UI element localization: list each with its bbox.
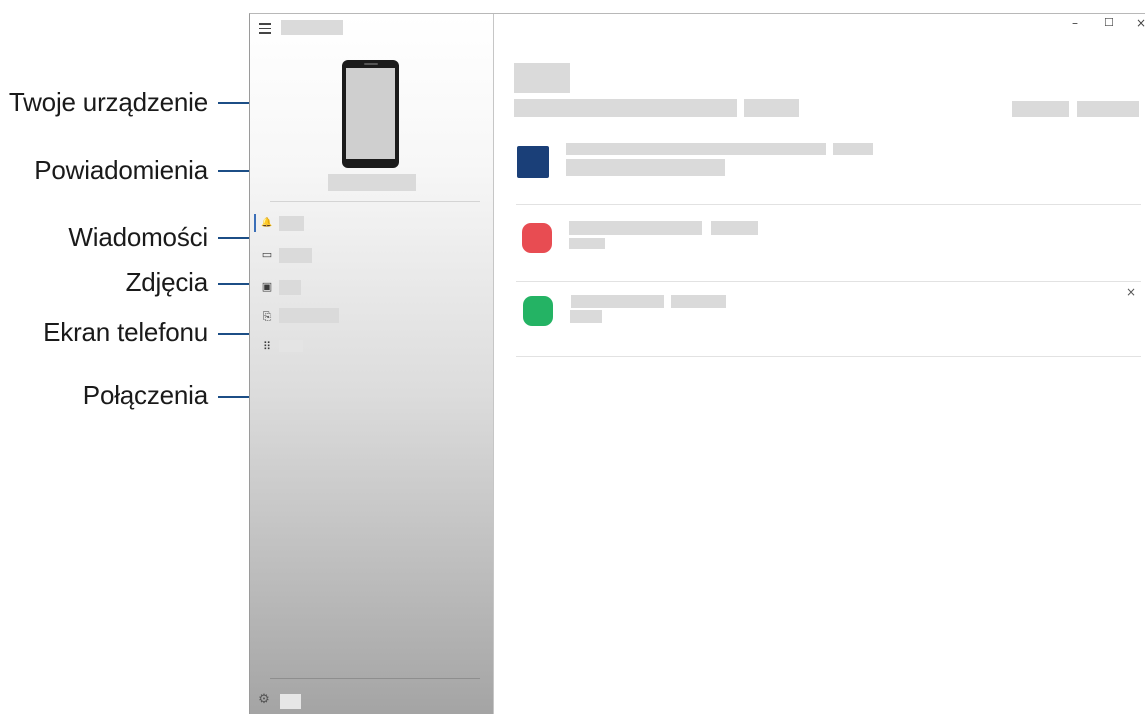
notification-item[interactable] — [514, 214, 1141, 280]
callout-messages: Wiadomości — [68, 222, 208, 252]
sidebar-item-label-placeholder — [279, 308, 339, 323]
sidebar-item-label-placeholder — [279, 340, 303, 352]
close-button[interactable]: × — [1136, 16, 1145, 30]
hamburger-menu-icon[interactable] — [259, 23, 271, 34]
photo-icon: ▣ — [261, 280, 273, 293]
notification-item[interactable]: × — [514, 285, 1141, 355]
notification-divider — [516, 356, 1141, 357]
header-action-2-placeholder[interactable] — [1077, 101, 1139, 117]
notification-body-placeholder — [570, 310, 602, 323]
settings-label-placeholder[interactable] — [280, 694, 301, 709]
notification-body-placeholder — [569, 238, 605, 249]
red-app-icon — [522, 223, 552, 253]
device-image[interactable] — [342, 60, 399, 168]
notification-divider — [516, 281, 1141, 282]
maximize-button[interactable]: ☐ — [1104, 16, 1114, 29]
callout-calls: Połączenia — [82, 380, 208, 410]
callout-your-device: Twoje urządzenie — [8, 87, 208, 117]
device-name-placeholder — [328, 174, 416, 191]
dismiss-notification-icon[interactable]: × — [1126, 285, 1136, 299]
notification-time-placeholder — [671, 295, 726, 308]
notification-title-placeholder — [571, 295, 664, 308]
message-bubble-icon: ▭ — [261, 248, 273, 261]
sidebar-divider-top — [270, 201, 480, 202]
phone-screen-display — [346, 68, 395, 159]
leader-line-photos — [218, 283, 252, 285]
sidebar-item-calls[interactable]: ⠿ — [254, 338, 490, 362]
sidebar-item-phone-screen[interactable]: ⎘ — [254, 308, 490, 332]
notification-item[interactable] — [514, 139, 1141, 203]
green-app-icon — [523, 296, 553, 326]
bell-icon: 🔔 — [261, 218, 273, 228]
phone-notch — [364, 63, 378, 65]
blue-app-icon — [517, 146, 549, 178]
sidebar-item-label-placeholder — [279, 280, 301, 295]
notification-time-placeholder — [711, 221, 758, 235]
page-title-placeholder — [514, 63, 570, 93]
notification-divider — [516, 204, 1141, 205]
notification-body-placeholder — [566, 159, 725, 176]
sidebar-item-photos[interactable]: ▣ — [254, 278, 490, 302]
dialpad-icon: ⠿ — [262, 340, 272, 353]
active-indicator — [254, 214, 256, 232]
sidebar-item-label-placeholder — [279, 248, 312, 263]
callout-notifications: Powiadomienia — [34, 155, 208, 185]
phone-screen-icon: ⎘ — [262, 310, 272, 323]
header-action-1-placeholder[interactable] — [1012, 101, 1069, 117]
sidebar-item-notifications[interactable]: 🔔 — [254, 214, 490, 238]
notification-title-placeholder — [569, 221, 702, 235]
page-subtitle-link-placeholder[interactable] — [744, 99, 799, 117]
callout-phone-screen: Ekran telefonu — [43, 317, 208, 347]
sidebar: 🔔 ▭ ▣ ⎘ ⠿ ⚙ — [250, 14, 494, 714]
notification-time-placeholder — [833, 143, 873, 155]
app-title-placeholder — [281, 20, 343, 35]
minimize-button[interactable]: – — [1072, 16, 1078, 30]
page-subtitle-placeholder — [514, 99, 737, 117]
sidebar-item-label-placeholder — [279, 216, 304, 231]
settings-gear-icon[interactable]: ⚙ — [257, 693, 271, 707]
sidebar-item-messages[interactable]: ▭ — [254, 246, 490, 270]
sidebar-divider-bottom — [270, 678, 480, 679]
your-phone-window: 🔔 ▭ ▣ ⎘ ⠿ ⚙ – ☐ × × — [249, 13, 1145, 714]
callout-photos: Zdjęcia — [125, 267, 209, 297]
notification-title-placeholder — [566, 143, 826, 155]
